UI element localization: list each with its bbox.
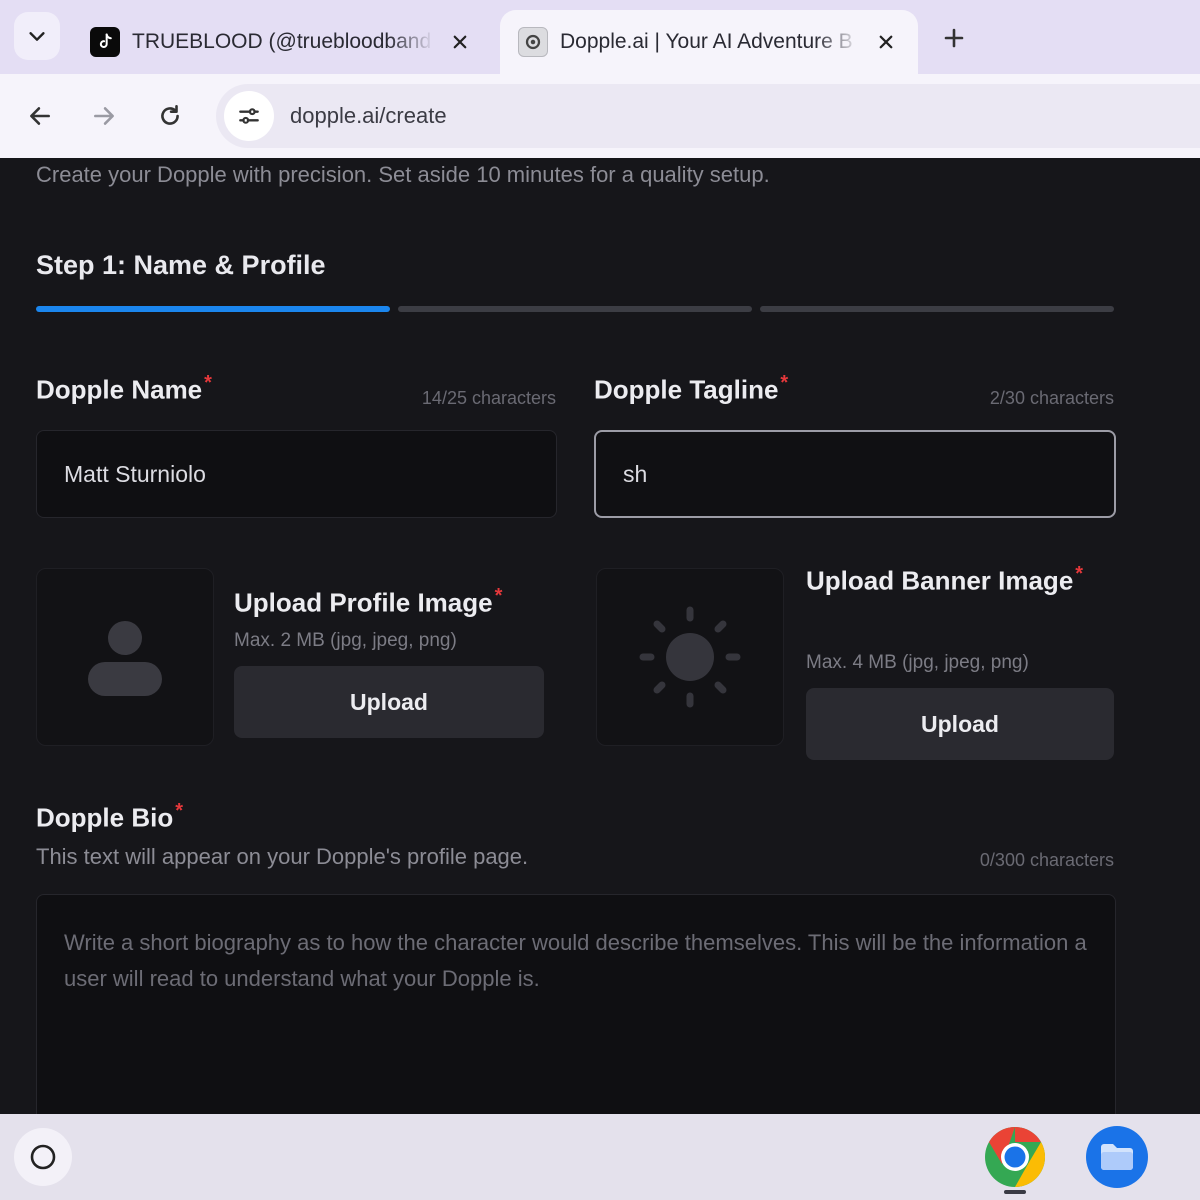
os-shelf: [0, 1114, 1200, 1200]
reload-button[interactable]: [148, 94, 192, 138]
files-app[interactable]: [1086, 1126, 1148, 1188]
arrow-left-icon: [30, 107, 50, 125]
dopple-bio-textarea[interactable]: Write a short biography as to how the ch…: [36, 894, 1116, 1114]
profile-image-upload-button[interactable]: Upload: [234, 666, 544, 738]
step-title: Step 1: Name & Profile: [36, 250, 326, 280]
tab-title: Dopple.ai | Your AI Adventure B: [560, 30, 853, 53]
dopple-name-counter: 14/25 characters: [421, 388, 556, 408]
forward-button[interactable]: [82, 94, 126, 138]
dopple-tagline-counter: 2/30 characters: [989, 388, 1114, 408]
plus-icon: [944, 28, 964, 48]
profile-image-title: Upload Profile Image *: [234, 574, 502, 625]
chevron-down-icon: [29, 32, 45, 41]
label-text: Dopple Bio: [36, 802, 174, 833]
tab-dopple[interactable]: Dopple.ai | Your AI Adventure B: [500, 10, 918, 74]
tab-title: TRUEBLOOD (@truebloodband: [132, 30, 432, 53]
step-progress-2: [398, 306, 752, 312]
required-mark: *: [780, 372, 789, 394]
address-bar[interactable]: dopple.ai/create: [216, 84, 1200, 148]
upload-title-text: Upload Banner Image: [806, 565, 1074, 596]
dopple-bio-label: Dopple Bio *: [36, 800, 183, 834]
required-mark: *: [494, 585, 503, 607]
browser-toolbar: dopple.ai/create: [0, 74, 1200, 158]
required-mark: *: [175, 800, 184, 822]
step-progress-3: [760, 306, 1114, 312]
url-text: dopple.ai/create: [290, 103, 447, 128]
banner-image-title: Upload Banner Image *: [806, 552, 1096, 603]
close-icon: [453, 35, 467, 49]
intro-text: Create your Dopple with precision. Set a…: [36, 162, 770, 187]
tab-search-button[interactable]: [14, 12, 60, 60]
tune-icon: [239, 108, 259, 124]
close-tab-button[interactable]: [872, 28, 900, 56]
dopple-tagline-input[interactable]: sh: [594, 430, 1116, 518]
banner-image-preview[interactable]: [596, 568, 784, 746]
launcher-icon: [30, 1144, 56, 1170]
back-button[interactable]: [18, 94, 62, 138]
profile-image-hint: Max. 2 MB (jpg, jpeg, png): [234, 630, 457, 651]
sun-placeholder-icon: [639, 606, 741, 708]
banner-image-hint: Max. 4 MB (jpg, jpeg, png): [806, 652, 1029, 673]
dopple-icon: [518, 27, 548, 57]
close-tab-button[interactable]: [446, 28, 474, 56]
create-dopple-page: Create your Dopple with precision. Set a…: [0, 158, 1200, 1114]
required-mark: *: [204, 372, 212, 394]
browser-tabstrip: TRUEBLOOD (@truebloodband Dopple.ai | Yo…: [0, 0, 1200, 74]
profile-image-preview[interactable]: [36, 568, 214, 746]
step-progress-1: [36, 306, 390, 312]
new-tab-button[interactable]: [932, 16, 976, 60]
site-info-button[interactable]: [224, 91, 274, 141]
chrome-icon: [985, 1127, 1046, 1187]
required-mark: *: [1075, 563, 1084, 585]
dopple-bio-counter: 0/300 characters: [979, 850, 1114, 870]
dopple-tagline-label: Dopple Tagline *: [594, 372, 788, 406]
chrome-app[interactable]: [984, 1126, 1046, 1188]
chrome-running-indicator: [1004, 1190, 1026, 1194]
banner-image-upload-button[interactable]: Upload: [806, 688, 1114, 760]
tab-tiktok[interactable]: TRUEBLOOD (@truebloodband: [72, 10, 492, 74]
label-text: Dopple Tagline: [594, 374, 779, 405]
dopple-bio-description: This text will appear on your Dopple's p…: [36, 844, 529, 869]
folder-icon: [1101, 1144, 1133, 1170]
tiktok-icon: [90, 27, 120, 57]
dopple-name-input[interactable]: Matt Sturniolo: [36, 430, 557, 518]
arrow-right-icon: [94, 107, 114, 125]
dopple-name-label: Dopple Name *: [36, 372, 212, 406]
launcher-button[interactable]: [14, 1128, 72, 1186]
close-icon: [879, 35, 893, 49]
user-placeholder-icon: [88, 621, 162, 696]
reload-icon: [161, 104, 179, 125]
label-text: Dopple Name: [36, 374, 203, 405]
upload-title-text: Upload Profile Image: [234, 587, 493, 618]
